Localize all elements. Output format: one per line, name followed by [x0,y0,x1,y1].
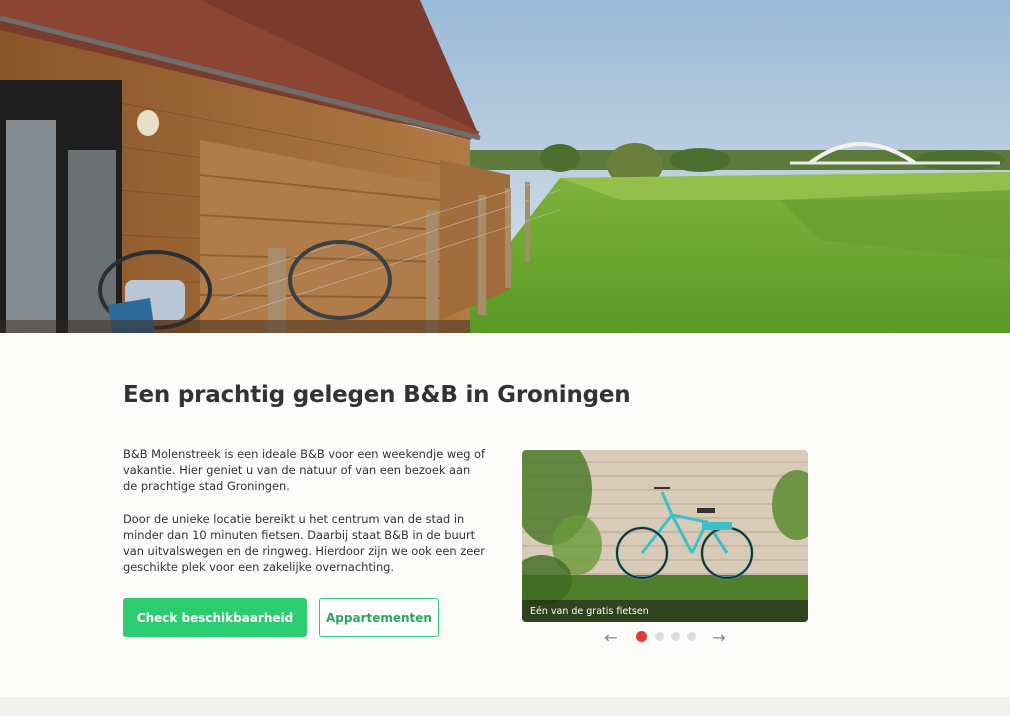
check-availability-button[interactable]: Check beschikbaarheid [123,598,307,637]
slider-dot-1[interactable] [636,631,647,642]
arrow-right-icon[interactable]: → [709,628,729,647]
image-slider[interactable]: Eén van de gratis fietsen [522,450,808,622]
slide-bicycle-photo [522,450,808,622]
page-title: Een prachtig gelegen B&B in Groningen [123,382,631,408]
arrow-left-icon[interactable]: ← [601,628,621,647]
footer-band [0,697,1010,716]
slider-dot-2[interactable] [655,632,664,641]
slider-dot-4[interactable] [687,632,696,641]
slider-dot-3[interactable] [671,632,680,641]
slide-caption: Eén van de gratis fietsen [530,606,649,617]
hero-photo-illustration [0,0,1010,333]
hero-image [0,0,1010,333]
intro-paragraph-1: B&B Molenstreek is een ideale B&B voor e… [123,447,486,493]
apartments-button[interactable]: Appartementen [319,598,439,637]
intro-paragraph-2: Door de unieke locatie bereikt u het cen… [123,512,485,574]
caption-bar: Eén van de gratis fietsen [522,600,808,622]
